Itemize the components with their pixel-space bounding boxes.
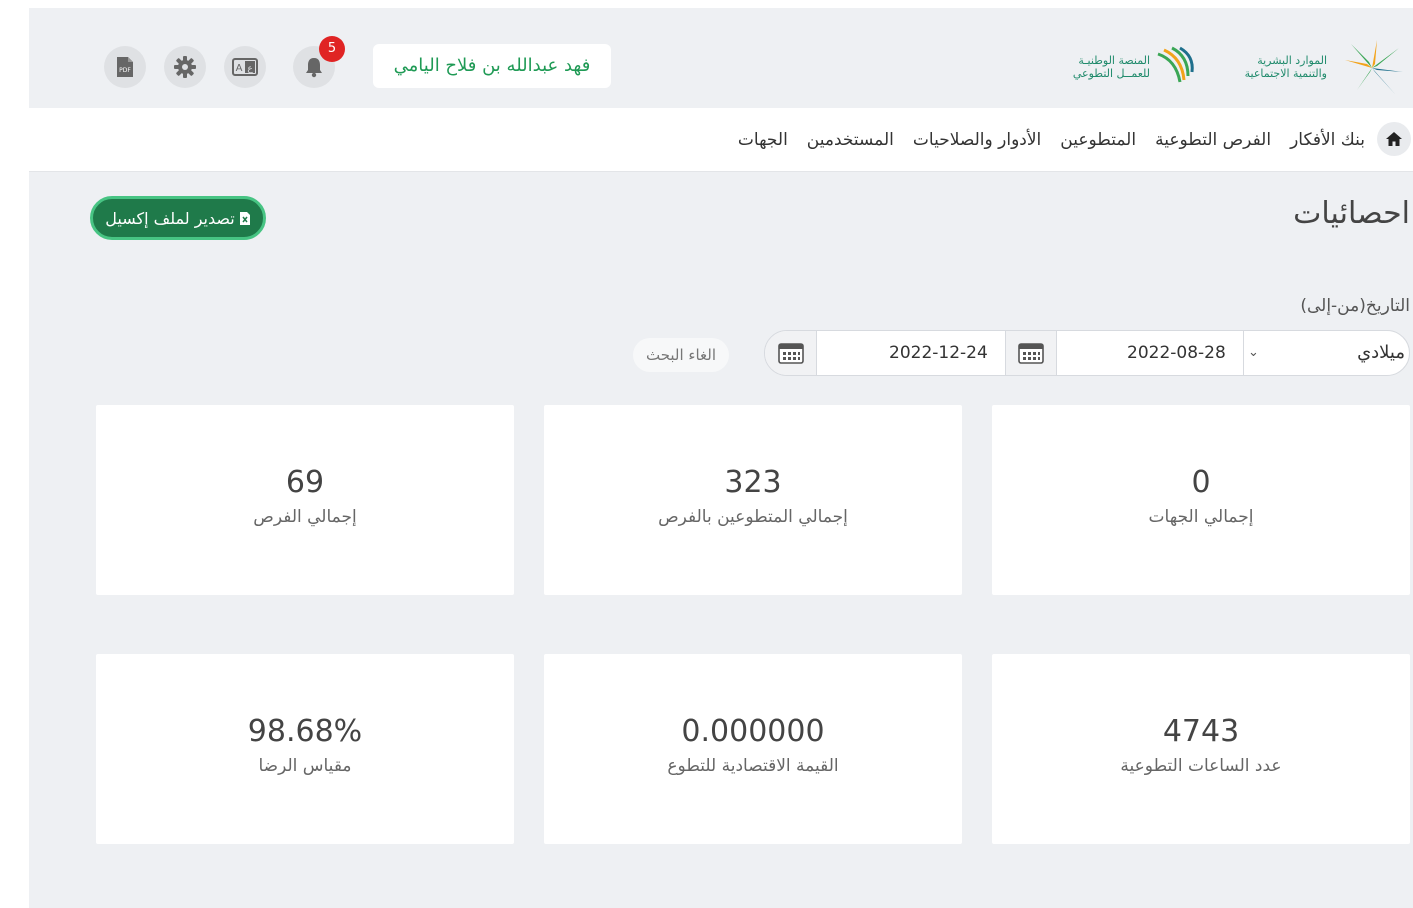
- calendar-icon: [1018, 343, 1044, 364]
- stat-card-economic-value: 0.000000 القيمة الاقتصادية للتطوع: [544, 654, 962, 844]
- nav-item-entities[interactable]: الجهات: [738, 130, 788, 150]
- platform-logo[interactable]: المنصة الوطنيـة للعمــل التطوعي: [1058, 44, 1198, 94]
- stat-value: 0.000000: [681, 714, 825, 749]
- calendar-icon: [777, 343, 804, 364]
- svg-text:ع: ع: [247, 64, 253, 74]
- date-range-label: التاريخ(من-إلى): [1300, 296, 1410, 316]
- calendar-type-select[interactable]: ميلادي ⌄: [1243, 331, 1409, 375]
- stat-card-hours: 4743 عدد الساعات التطوعية: [992, 654, 1410, 844]
- main-nav: الجهات المستخدمين الأدوار والصلاحيات الم…: [29, 108, 1413, 172]
- pdf-icon: PDF: [117, 57, 133, 77]
- top-header: الموارد البشرية والتنمية الاجتماعية المن…: [29, 22, 1413, 108]
- ministry-logo-line2: والتنمية الاجتماعية: [1244, 67, 1327, 80]
- ministry-logo-text: الموارد البشرية والتنمية الاجتماعية: [1245, 54, 1327, 80]
- platform-logo-line2: للعمــل التطوعي: [1072, 67, 1150, 80]
- stat-label: إجمالي المتطوعين بالفرص: [658, 507, 848, 527]
- date-from-calendar-button[interactable]: [1005, 331, 1057, 375]
- nav-item-volunteers[interactable]: المتطوعين: [1060, 130, 1136, 150]
- hands-logo-icon: [1157, 46, 1194, 83]
- stat-value: 323: [724, 465, 782, 500]
- stat-value: 4743: [1162, 714, 1240, 749]
- export-excel-button[interactable]: تصدير لملف إكسيل: [90, 196, 266, 240]
- date-to-calendar-button[interactable]: [765, 331, 817, 375]
- stat-label: إجمالي الفرص: [253, 507, 357, 527]
- export-excel-label: تصدير لملف إكسيل: [105, 208, 235, 228]
- nav-item-roles[interactable]: الأدوار والصلاحيات: [913, 130, 1041, 150]
- notification-count-badge: 5: [319, 36, 345, 62]
- platform-logo-text: المنصة الوطنيـة للعمــل التطوعي: [1073, 54, 1150, 80]
- stat-label: عدد الساعات التطوعية: [1120, 756, 1282, 776]
- stat-label: مقياس الرضا: [258, 756, 352, 776]
- nav-item-users[interactable]: المستخدمين: [807, 130, 894, 150]
- language-toggle-button[interactable]: A ع: [224, 46, 266, 88]
- clear-search-button[interactable]: الغاء البحث: [633, 338, 729, 372]
- excel-file-icon: [239, 211, 250, 225]
- nav-item-ideas-bank[interactable]: بنك الأفكار: [1290, 130, 1365, 150]
- date-range-bar: ميلادي ⌄ 2022-08-28 2022-12-24: [764, 330, 1410, 376]
- chevron-down-icon: ⌄: [1248, 345, 1259, 360]
- stat-label: إجمالي الجهات: [1148, 507, 1254, 527]
- date-from-input[interactable]: 2022-08-28: [1127, 331, 1226, 375]
- language-icon: A ع: [232, 58, 258, 76]
- date-to-input[interactable]: 2022-12-24: [889, 331, 988, 375]
- stat-card-volunteers: 323 إجمالي المتطوعين بالفرص: [544, 405, 962, 595]
- svg-text:A: A: [236, 63, 243, 74]
- svg-text:PDF: PDF: [119, 67, 131, 74]
- stat-value: 98.68%: [247, 714, 363, 749]
- stat-value: 0: [1191, 465, 1211, 500]
- user-name-display[interactable]: فهد عبدالله بن فلاح اليامي: [373, 44, 611, 88]
- gear-icon: [174, 56, 196, 78]
- nav-home-button[interactable]: [1377, 122, 1411, 156]
- ministry-logo-line1: الموارد البشرية: [1257, 54, 1327, 67]
- home-icon: [1386, 132, 1402, 146]
- stat-card-satisfaction: 98.68% مقياس الرضا: [96, 654, 514, 844]
- stat-value: 69: [285, 465, 325, 500]
- platform-logo-line1: المنصة الوطنيـة: [1078, 54, 1150, 67]
- stat-card-opportunities: 69 إجمالي الفرص: [96, 405, 514, 595]
- ministry-logo[interactable]: الموارد البشرية والتنمية الاجتماعية: [1217, 38, 1407, 98]
- pdf-button[interactable]: PDF: [104, 46, 146, 88]
- page-root: الموارد البشرية والتنمية الاجتماعية المن…: [0, 0, 1413, 908]
- app-frame: الموارد البشرية والتنمية الاجتماعية المن…: [29, 8, 1413, 908]
- calendar-type-value: ميلادي: [1357, 342, 1405, 363]
- settings-button[interactable]: [164, 46, 206, 88]
- stat-card-entities: 0 إجمالي الجهات: [992, 405, 1410, 595]
- nav-items: الجهات المستخدمين الأدوار والصلاحيات الم…: [738, 108, 1365, 172]
- bell-icon: [306, 58, 322, 78]
- page-title: احصائيات: [1293, 196, 1410, 231]
- nav-item-opportunities[interactable]: الفرص التطوعية: [1155, 130, 1271, 150]
- stat-label: القيمة الاقتصادية للتطوع: [667, 756, 839, 776]
- palm-logo-icon: [1345, 40, 1403, 94]
